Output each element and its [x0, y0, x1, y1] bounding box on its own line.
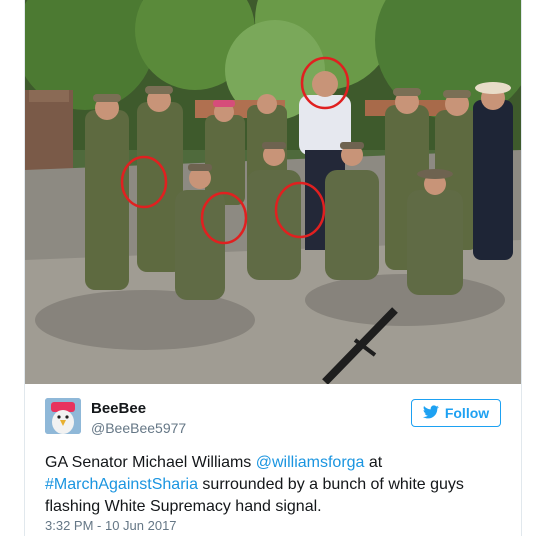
avatar[interactable]	[45, 398, 81, 434]
tweet-photo[interactable]	[25, 0, 521, 384]
tweet-timestamp[interactable]: 3:32 PM - 10 Jun 2017	[45, 518, 177, 533]
tweet-card: BeeBee @BeeBee5977 Follow GA Senator Mic…	[24, 0, 522, 536]
follow-label: Follow	[444, 405, 490, 421]
hashtag-link[interactable]: #MarchAgainstSharia	[45, 476, 198, 493]
author-display-name[interactable]: BeeBee	[91, 400, 186, 418]
author-handle[interactable]: @BeeBee5977	[91, 419, 186, 437]
tweet-header: BeeBee @BeeBee5977 Follow	[45, 398, 501, 438]
tweet-text-part: GA Senator Michael Williams	[45, 454, 256, 471]
follow-button[interactable]: Follow	[411, 399, 501, 427]
tweet-text: GA Senator Michael Williams @williamsfor…	[45, 452, 505, 518]
mention-link[interactable]: @williamsforga	[256, 454, 365, 471]
twitter-bird-icon	[422, 404, 439, 422]
tweet-text-part: at	[364, 454, 383, 471]
author-names: BeeBee @BeeBee5977	[91, 400, 186, 437]
